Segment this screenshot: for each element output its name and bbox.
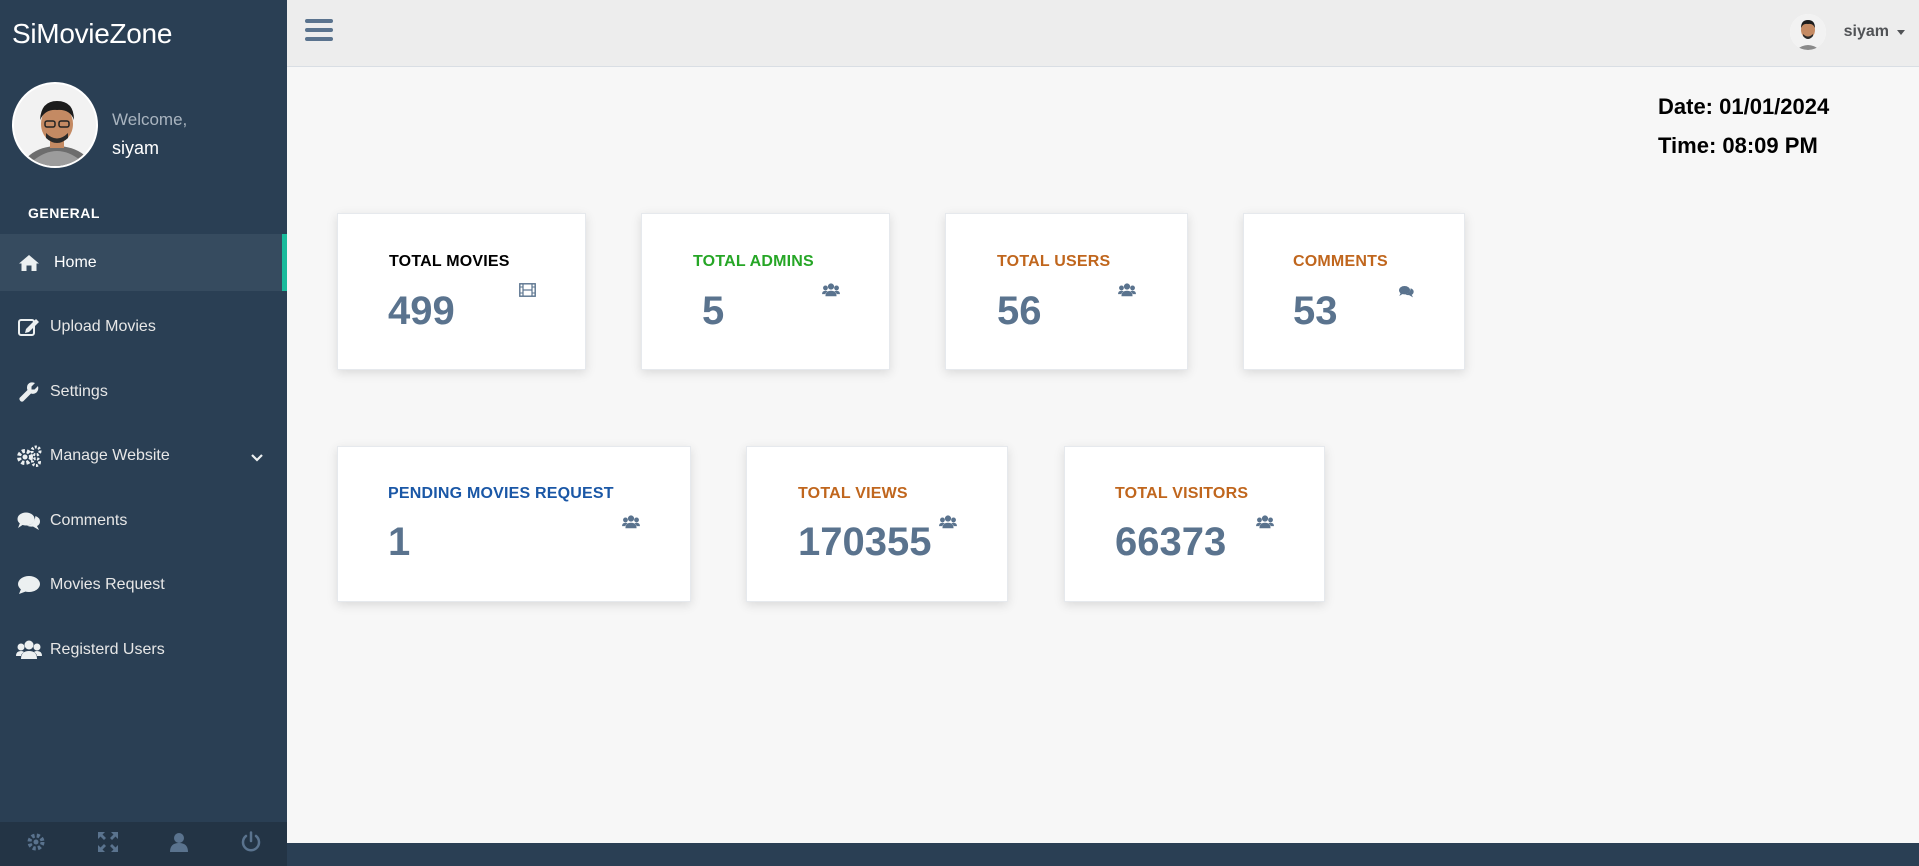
menu-toggle-button[interactable] [305,19,333,43]
stat-card-total-users[interactable]: TOTAL USERS 56 [945,213,1188,370]
users-icon [1256,515,1274,534]
avatar [1789,14,1826,50]
stat-label: TOTAL ADMINS [693,253,814,270]
users-icon [622,515,640,534]
gears-icon [16,445,42,467]
stat-label: TOTAL VISITORS [1115,485,1249,502]
sidebar-item-home[interactable]: Home [0,234,287,291]
gear-icon [26,832,46,857]
user-menu-dropdown[interactable]: siyam [1789,14,1905,50]
home-icon [16,252,42,274]
power-icon [240,830,262,858]
sidebar-item-label: Upload Movies [50,318,156,335]
chevron-down-icon [251,449,263,467]
wrench-icon [16,381,42,403]
stat-card-comments[interactable]: COMMENTS 53 [1243,213,1465,370]
stat-value: 499 [388,289,455,333]
profile-avatar [12,82,98,168]
stat-value: 1 [388,520,411,564]
users-icon [939,515,957,534]
users-icon [822,283,840,302]
stat-label: TOTAL MOVIES [389,253,510,270]
stat-value: 66373 [1115,520,1227,564]
sidebar-item-label: Comments [50,511,128,529]
comment-icon [16,574,42,596]
stat-value: 56 [997,289,1042,333]
footer-fullscreen-button[interactable] [72,822,144,866]
welcome-text: Welcome, [112,110,188,129]
users-icon [16,639,42,661]
stat-value: 170355 [798,520,932,564]
stat-label: TOTAL USERS [997,253,1111,270]
welcome-user-name: siyam [112,138,160,158]
user-icon [169,832,189,857]
users-icon [1118,283,1136,302]
sidebar-item-comments[interactable]: Comments [0,492,287,549]
sidebar-item-settings[interactable]: Settings [0,363,287,420]
footer-settings-button[interactable] [0,822,72,866]
sidebar-item-label: Registerd Users [50,640,165,658]
footer-user-button[interactable] [144,822,216,866]
edit-icon [16,316,42,338]
sidebar: SiMovieZone Welcome, siyam GENERAL Home [0,0,287,866]
stat-card-total-admins[interactable]: TOTAL ADMINS 5 [641,213,890,370]
brand-title[interactable]: SiMovieZone [12,18,172,50]
sidebar-item-label: Movies Request [50,576,165,593]
time-text: Time: 08:09 PM [1658,133,1818,158]
stat-value: 5 [702,289,725,333]
stat-card-total-visitors[interactable]: TOTAL VISITORS 66373 [1064,446,1325,602]
stat-label: PENDING MOVIES REQUEST [388,485,614,502]
sidebar-item-label: Manage Website [50,447,170,464]
sidebar-item-movies-request[interactable]: Movies Request [0,557,287,614]
sidebar-item-upload-movies[interactable]: Upload Movies [0,299,287,356]
date-time-display: Date: 01/01/2024 Time: 08:09 PM [1658,92,1829,170]
menu-section-title: GENERAL [28,205,100,221]
caret-down-icon [1897,29,1905,35]
fullscreen-icon [97,831,119,858]
comments-icon [1398,285,1415,303]
stat-label: COMMENTS [1293,253,1388,270]
stat-card-total-views[interactable]: TOTAL VIEWS 170355 [746,446,1008,602]
sidebar-item-label: Settings [50,382,108,400]
sidebar-item-manage-website[interactable]: Manage Website [0,428,287,485]
footer-logout-button[interactable] [215,822,287,866]
date-text: Date: 01/01/2024 [1658,94,1830,119]
page-footer-bar [287,843,1919,866]
stat-card-pending-movies-request[interactable]: PENDING MOVIES REQUEST 1 [337,446,691,602]
comments-icon [16,510,42,532]
stat-label: TOTAL VIEWS [798,485,908,502]
sidebar-footer [0,822,287,866]
top-navbar: siyam [287,0,1919,67]
sidebar-nav: Home Upload Movies Settings Manage Websi… [0,234,287,686]
sidebar-item-registerd-users[interactable]: Registerd Users [0,621,287,678]
stat-card-total-movies[interactable]: TOTAL MOVIES 499 [337,213,586,370]
topbar-user-name: siyam [1843,23,1889,40]
film-icon [519,283,536,302]
stat-value: 53 [1293,289,1338,333]
sidebar-item-label: Home [54,253,97,271]
